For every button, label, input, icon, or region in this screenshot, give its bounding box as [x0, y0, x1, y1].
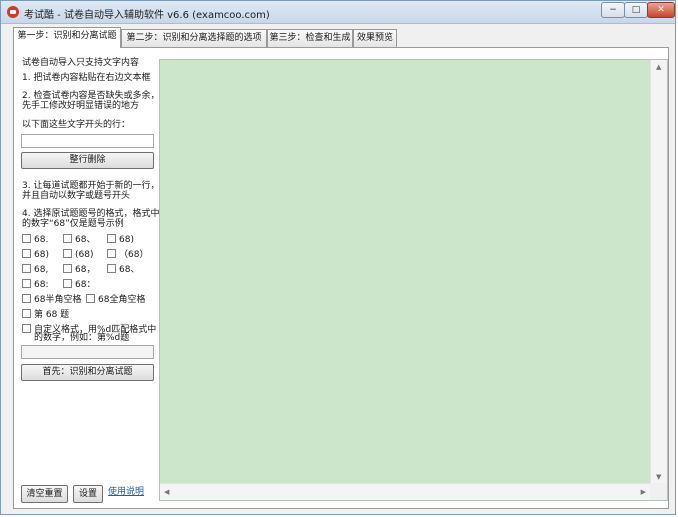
checkbox-icon [63, 264, 72, 273]
format-checkbox[interactable]: 68: [22, 279, 48, 291]
help-link[interactable]: 使用说明 [108, 484, 144, 497]
instruction-2b: 先手工修改好明显错误的地方 [22, 101, 140, 111]
clear-reset-button[interactable]: 清空重置 [21, 485, 68, 503]
format-label: 68、 [119, 265, 140, 275]
question-text-editor[interactable]: ▲ ▼ ◀ ▶ [159, 59, 668, 501]
checkbox-icon [22, 324, 31, 333]
checkbox-icon [22, 249, 31, 258]
scroll-right-icon[interactable]: ▶ [641, 488, 646, 496]
checkbox-icon [63, 234, 72, 243]
minimize-button[interactable]: − [601, 2, 625, 18]
tab-step2[interactable]: 第二步：识别和分离选择题的选项 [121, 29, 267, 47]
title-bar[interactable]: 考试酷 - 试卷自动导入辅助软件 v6.6 (examcoo.com) − □ … [1, 1, 675, 24]
format-checkbox[interactable]: （68） [107, 249, 148, 261]
full-space-label: 68全角空格 [98, 295, 146, 305]
horizontal-scrollbar[interactable]: ◀ ▶ [160, 483, 650, 500]
format-checkbox[interactable]: 68、 [63, 234, 95, 246]
format-checkbox[interactable]: 68， [63, 264, 95, 276]
checkbox-icon [22, 309, 31, 318]
format-label: 68: [34, 280, 49, 290]
checkbox-icon [22, 264, 31, 273]
half-space-label: 68半角空格 [34, 295, 82, 305]
format-label: 68： [75, 280, 96, 290]
checkbox-icon [63, 279, 72, 288]
scroll-left-icon[interactable]: ◀ [164, 488, 169, 496]
tab-step1[interactable]: 第一步：识别和分离试题 [13, 27, 121, 48]
half-space-checkbox[interactable]: 68半角空格 [22, 294, 81, 306]
settings-button[interactable]: 设置 [73, 485, 103, 503]
format-label: 68， [75, 265, 96, 275]
format-label: 68、 [75, 235, 96, 245]
full-space-checkbox[interactable]: 68全角空格 [86, 294, 145, 306]
format-checkbox[interactable]: 68, [22, 264, 48, 276]
close-button[interactable]: ✕ [647, 2, 675, 18]
instruction-1: 1. 把试卷内容粘贴在右边文本框 [22, 73, 151, 83]
tab-preview[interactable]: 效果预览 [353, 29, 397, 47]
delete-rows-button[interactable]: 整行删除 [21, 152, 154, 169]
format-checkbox[interactable]: 68： [63, 279, 95, 291]
format-checkbox[interactable]: (68) [63, 249, 93, 261]
instruction-4b: 的数字“68”仅是题号示例 [22, 219, 124, 229]
panel-heading: 试卷自动导入只支持文字内容 [22, 58, 140, 68]
custom-format-input[interactable] [21, 345, 154, 359]
format-label: 68) [34, 250, 49, 260]
app-window: 考试酷 - 试卷自动导入辅助软件 v6.6 (examcoo.com) − □ … [0, 0, 676, 515]
vertical-scrollbar[interactable]: ▲ ▼ [650, 60, 667, 484]
window-title: 考试酷 - 试卷自动导入辅助软件 v6.6 (examcoo.com) [24, 10, 270, 21]
tab-step3[interactable]: 第三步：检查和生成 [267, 29, 353, 47]
format-label: (68) [75, 250, 94, 260]
prefix-label: 以下面这些文字开头的行： [22, 120, 131, 130]
format-label: （68） [119, 250, 149, 260]
format-label: 68, [34, 265, 49, 275]
format-checkbox[interactable]: 68. [22, 234, 48, 246]
app-logo-icon [7, 6, 19, 18]
prefix-input[interactable] [21, 134, 154, 148]
checkbox-icon [107, 264, 116, 273]
custom-format-example: 的数字，例如：第%d题 [34, 333, 130, 343]
format-checkbox[interactable]: 68) [22, 249, 49, 261]
checkbox-icon [63, 249, 72, 258]
chapter-format-label: 第 68 题 [34, 310, 70, 320]
format-label: 68. [34, 235, 49, 245]
scroll-down-icon[interactable]: ▼ [656, 473, 661, 481]
maximize-button[interactable]: □ [624, 2, 648, 18]
scroll-up-icon[interactable]: ▲ [656, 63, 661, 71]
checkbox-icon [107, 249, 116, 258]
checkbox-icon [22, 234, 31, 243]
checkbox-icon [22, 279, 31, 288]
format-checkbox[interactable]: 68、 [107, 264, 139, 276]
chapter-format-checkbox[interactable]: 第 68 题 [22, 309, 69, 321]
format-label: 68) [119, 235, 134, 245]
identify-questions-button[interactable]: 首先：识别和分离试题 [21, 364, 154, 381]
checkbox-icon [22, 294, 31, 303]
checkbox-icon [107, 234, 116, 243]
instruction-3b: 并且自动以数字或题号开头 [22, 191, 131, 201]
format-checkbox[interactable]: 68) [107, 234, 134, 246]
scrollbar-corner [650, 483, 667, 500]
checkbox-icon [86, 294, 95, 303]
